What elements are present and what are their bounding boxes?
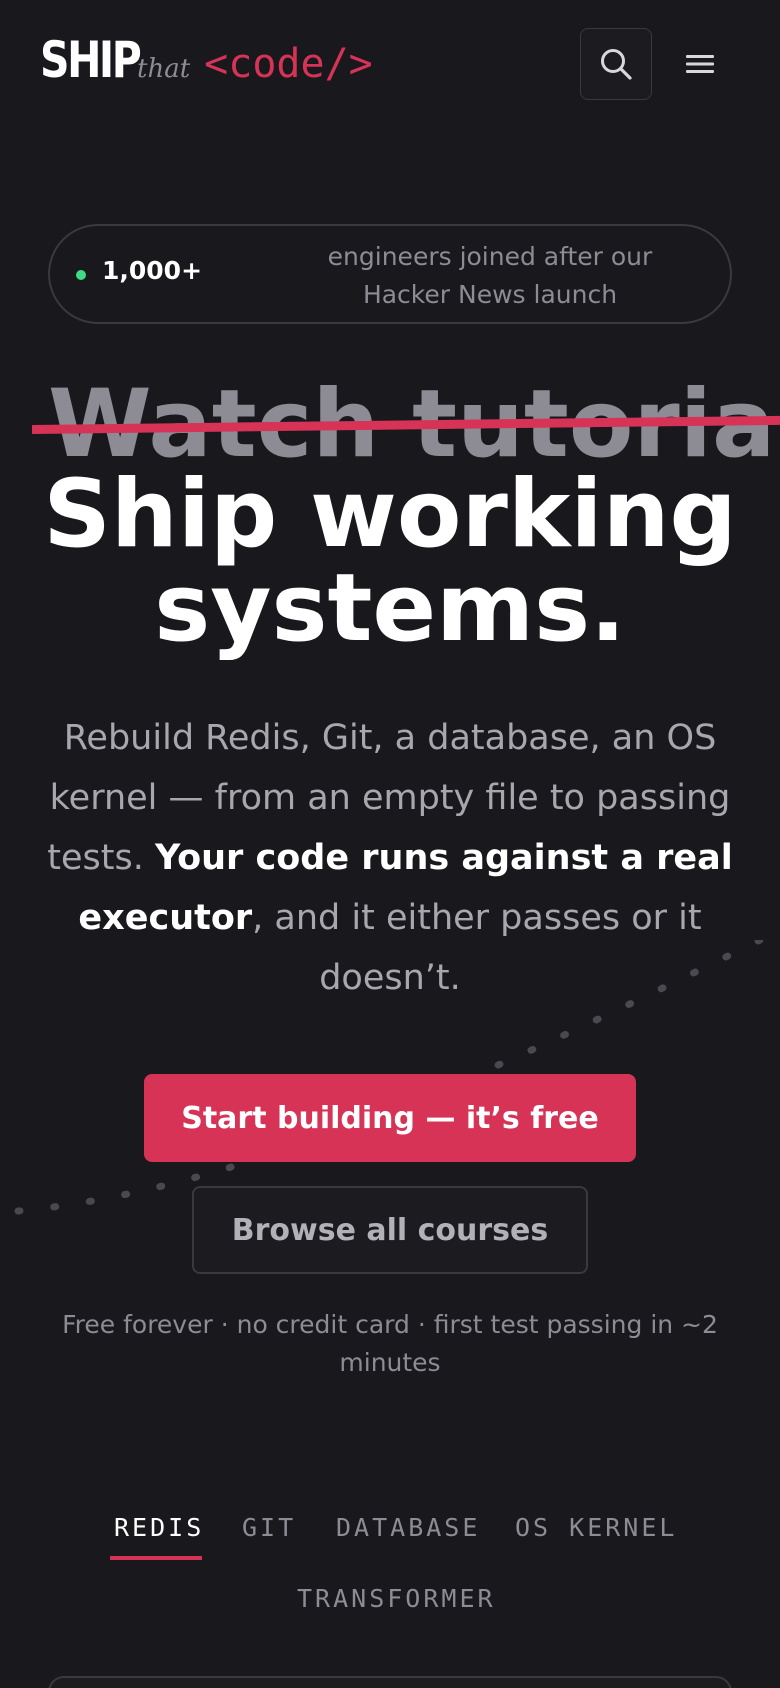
social-proof-badge: 1,000+ engineers joined after our Hacker… [48,224,732,324]
tab-os-kernel[interactable]: OS KERNEL [515,1500,677,1556]
badge-text: engineers joined after our Hacker News l… [327,242,653,309]
active-tab-indicator [110,1556,202,1560]
tab-database[interactable]: DATABASE [336,1500,480,1556]
search-button[interactable] [580,28,652,100]
course-preview-card [48,1676,732,1688]
tab-redis[interactable]: REDIS [114,1500,204,1556]
menu-button[interactable] [670,28,730,100]
hero-description: Rebuild Redis, Git, a database, an OS ke… [40,708,740,1008]
headline-line-2: systems. [154,554,626,663]
headline-line-1: Ship working [43,460,737,569]
logo-that-text: that [137,54,191,84]
site-header: SHIP that <code/> [0,0,780,130]
status-dot-icon [76,270,86,280]
logo[interactable]: SHIP that <code/> [40,30,373,90]
tab-git[interactable]: GIT [242,1500,296,1556]
hero-headline: Ship working systems. [0,468,780,656]
fineprint-text: Free forever · no credit card · first te… [62,1310,718,1377]
search-icon [601,49,632,80]
hamburger-menu-icon [686,55,714,73]
start-building-button[interactable]: Start building — it’s free [144,1074,636,1162]
logo-ship-text: SHIP [40,31,142,89]
browse-courses-button[interactable]: Browse all courses [192,1186,588,1274]
logo-code-text: <code/> [204,41,373,87]
description-part-2: , and it either passes or it doesn’t. [252,898,702,998]
course-tabs: REDIS GIT DATABASE OS KERNEL TRANSFORMER [0,1500,780,1660]
engineer-count: 1,000+ [102,256,203,285]
tab-transformer[interactable]: TRANSFORMER [297,1571,496,1627]
